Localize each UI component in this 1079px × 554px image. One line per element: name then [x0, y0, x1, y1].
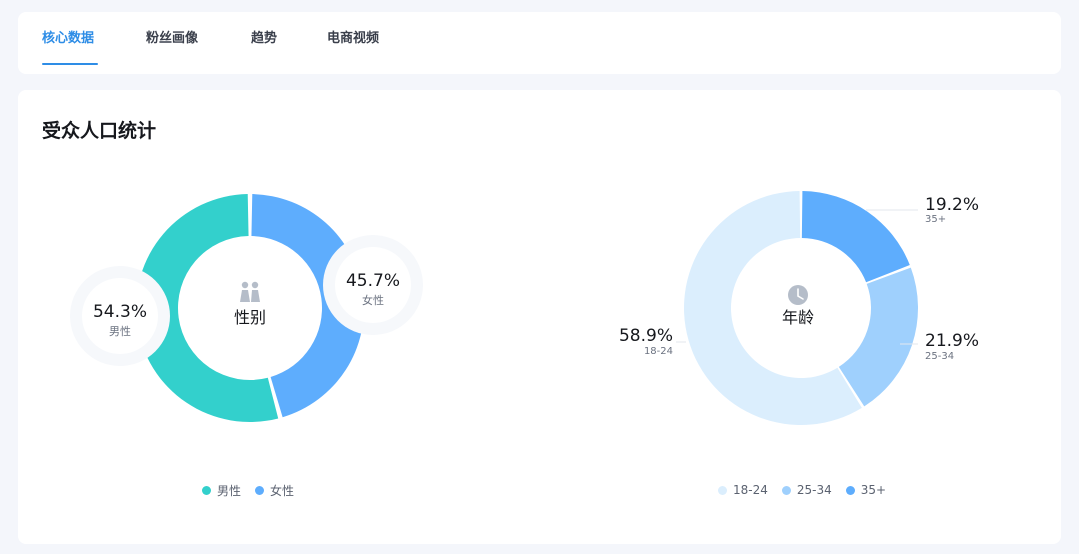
- age-segment-25-34: [838, 267, 918, 407]
- gender-legend: 男性 女性: [202, 482, 294, 498]
- legend-label-female: 女性: [270, 483, 295, 498]
- age-value-35-plus: 19.2%: [925, 195, 979, 215]
- tab-bar: 核心数据 粉丝画像 趋势 电商视频: [18, 12, 1061, 74]
- age-value-18-24: 58.9%: [619, 326, 673, 346]
- gender-value-female: 45.7%: [346, 271, 400, 291]
- age-value-25-34: 21.9%: [925, 331, 979, 351]
- people-icon-body-a: [240, 290, 250, 302]
- legend-item-18-24[interactable]: 18-24: [718, 483, 768, 497]
- age-label-18-24: 18-24: [644, 346, 673, 357]
- legend-label-35-plus: 35+: [860, 483, 887, 497]
- age-center-title: 年龄: [782, 308, 814, 327]
- gender-label-female: 女性: [362, 293, 384, 307]
- tab-ecommerce-video[interactable]: 电商视频: [327, 31, 379, 47]
- legend-item-35-plus[interactable]: 35+: [845, 483, 887, 497]
- donut-charts: 54.3% 男性 45.7% 女性性别 19.2%35+ 21.9%25-34 58.9%1…: [70, 191, 979, 425]
- legend-item-25-34[interactable]: 25-34: [781, 483, 832, 497]
- legend-label-18-24: 18-24: [733, 483, 768, 497]
- legend-label-male: 男性: [217, 483, 242, 498]
- legend-dot-18-24: [718, 485, 727, 495]
- legend-dot-female: [255, 485, 265, 495]
- active-tab-indicator: [42, 63, 98, 65]
- age-label-25-34: 25-34: [925, 351, 954, 362]
- tab-fan-profile[interactable]: 粉丝画像: [146, 31, 198, 47]
- gender-center-title: 性别: [234, 308, 266, 327]
- age-segment-35-plus: [801, 191, 910, 283]
- legend-item-female[interactable]: 女性: [255, 482, 294, 499]
- tab-core-data[interactable]: 核心数据: [42, 31, 94, 47]
- legend-dot-25-34: [781, 485, 791, 495]
- tab-trend[interactable]: 趋势: [251, 31, 277, 47]
- legend-item-male[interactable]: 男性: [202, 482, 241, 499]
- age-legend: 18-24 25-34 35+: [718, 482, 886, 498]
- people-icon-head-b: [251, 281, 259, 289]
- gender-label-male: 男性: [109, 324, 131, 338]
- legend-label-25-34: 25-34: [796, 483, 832, 497]
- audience-demographics-card: 受众人口统计 54.3% 男性 45.7% 女性 性别 19.2% 35+ 21.9% 25-3…: [18, 90, 1061, 544]
- gender-value-male: 54.3%: [93, 302, 147, 322]
- people-icon-body-b: [251, 290, 260, 302]
- age-label-35-plus: 35+: [925, 214, 946, 225]
- people-icon-head-a: [241, 281, 249, 289]
- legend-dot-male: [202, 485, 211, 495]
- legend-dot-35-plus: [845, 485, 855, 495]
